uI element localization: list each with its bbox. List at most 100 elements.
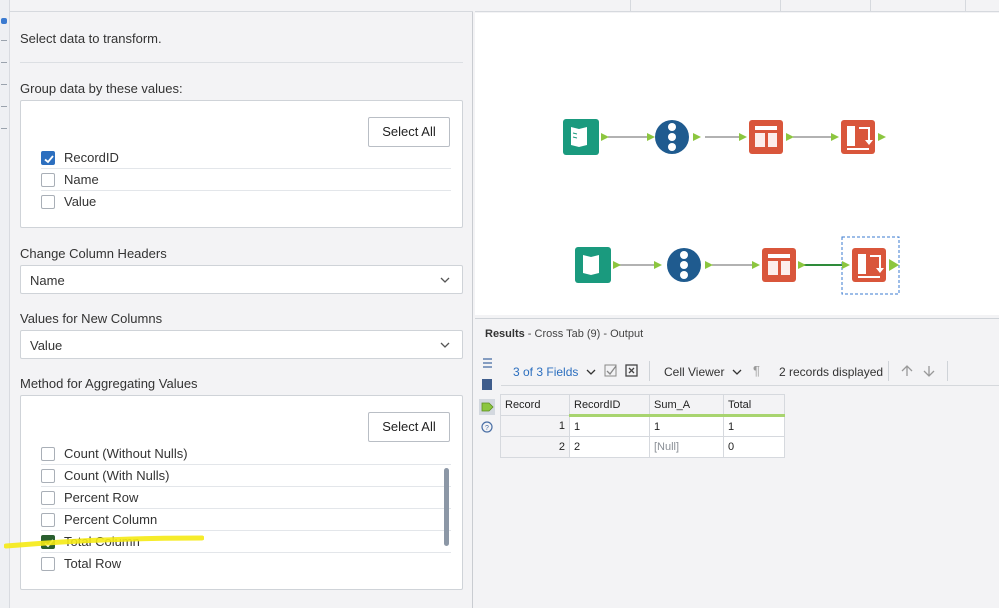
- option-label: Count (With Nulls): [64, 468, 170, 483]
- toolbar-divider: [947, 361, 948, 381]
- transpose-icon-selected[interactable]: [841, 236, 900, 295]
- group-by-option-name[interactable]: Name: [31, 169, 451, 191]
- intro-text: Select data to transform.: [20, 31, 162, 46]
- table-row[interactable]: 2 2 [Null] 0: [500, 436, 785, 458]
- checkbox[interactable]: [41, 557, 55, 571]
- option-label: Value: [64, 194, 97, 209]
- chevron-down-icon: [586, 369, 596, 375]
- option-label: Percent Column: [64, 512, 158, 527]
- list-icon[interactable]: [483, 358, 492, 368]
- checkbox[interactable]: [41, 173, 55, 187]
- cross-tab-icon[interactable]: [739, 120, 794, 154]
- strip-marker[interactable]: [1, 40, 7, 41]
- cell[interactable]: 2: [569, 436, 650, 458]
- canvas-header: [475, 0, 999, 12]
- group-by-option-value[interactable]: Value: [31, 191, 451, 213]
- toolbar-divider: [649, 361, 650, 381]
- record-id-icon[interactable]: [654, 248, 713, 282]
- help-icon[interactable]: ?: [481, 421, 493, 433]
- table-row[interactable]: 1 1 1 1: [500, 415, 785, 437]
- records-count: 2 records displayed: [779, 365, 884, 379]
- header-row: Record RecordID Sum_A Total: [500, 394, 785, 417]
- tag-icon[interactable]: [479, 399, 495, 415]
- method-box: Select All Count (Without Nulls) Count (…: [20, 395, 463, 590]
- config-header: [10, 0, 473, 12]
- workflow-diagram: [563, 119, 900, 295]
- book-input-icon[interactable]: [563, 119, 609, 155]
- checkbox-checked[interactable]: [41, 151, 55, 165]
- option-label: RecordID: [64, 150, 119, 165]
- arrow-down-icon[interactable]: [922, 364, 936, 378]
- results-label: Results: [485, 328, 525, 340]
- option-label: Name: [64, 172, 99, 187]
- column-header-recordid[interactable]: RecordID: [569, 394, 650, 417]
- pilcrow-icon[interactable]: ¶: [753, 363, 760, 378]
- arrow-up-icon[interactable]: [900, 364, 914, 378]
- workflow-canvas[interactable]: [475, 13, 999, 315]
- method-select-all-button[interactable]: Select All: [368, 412, 450, 442]
- checkbox[interactable]: [41, 447, 55, 461]
- method-label: Method for Aggregating Values: [20, 376, 198, 391]
- cell-viewer-dropdown[interactable]: Cell Viewer: [664, 365, 742, 379]
- checkbox[interactable]: [41, 469, 55, 483]
- cell[interactable]: 0: [723, 436, 785, 458]
- chevron-down-icon: [440, 277, 450, 283]
- fields-label: 3 of 3 Fields: [513, 365, 579, 379]
- clear-box-icon[interactable]: [625, 364, 639, 378]
- column-header-total[interactable]: Total: [723, 394, 785, 417]
- strip-marker[interactable]: [1, 62, 7, 63]
- checkbox[interactable]: [41, 513, 55, 527]
- method-option-count-without-nulls[interactable]: Count (Without Nulls): [31, 443, 451, 465]
- highlighter-annotation: [4, 535, 204, 549]
- new-columns-label: Values for New Columns: [20, 311, 163, 326]
- method-option-count-with-nulls[interactable]: Count (With Nulls): [31, 465, 451, 487]
- group-by-option-recordid[interactable]: RecordID: [31, 147, 451, 169]
- dropdown-value: Value: [30, 338, 63, 353]
- new-columns-dropdown[interactable]: Value: [20, 330, 463, 359]
- column-headers-label: Change Column Headers: [20, 246, 167, 261]
- table-icon[interactable]: [482, 379, 492, 390]
- chevron-down-icon: [440, 342, 450, 348]
- option-label: Total Row: [64, 556, 122, 571]
- toolbar-divider: [888, 361, 889, 381]
- column-header-record[interactable]: Record: [500, 394, 570, 416]
- cell[interactable]: 1: [569, 415, 650, 437]
- method-option-percent-row[interactable]: Percent Row: [31, 487, 451, 509]
- strip-marker[interactable]: [1, 84, 7, 85]
- option-label: Percent Row: [64, 490, 139, 505]
- fields-dropdown[interactable]: 3 of 3 Fields: [513, 365, 596, 379]
- transpose-icon[interactable]: [831, 120, 886, 154]
- results-grid[interactable]: Record RecordID Sum_A Total 1 1 1 1 2 2 …: [500, 394, 785, 458]
- svg-text:?: ?: [485, 425, 489, 432]
- divider: [20, 62, 463, 63]
- strip-marker[interactable]: [1, 106, 7, 107]
- cell[interactable]: 1: [649, 415, 724, 437]
- method-list-scrollbar[interactable]: [444, 468, 449, 546]
- results-panel: Results - Cross Tab (9) - Output ? 3 of …: [475, 318, 999, 608]
- option-label: Count (Without Nulls): [64, 446, 188, 461]
- record-id-icon[interactable]: [647, 120, 701, 154]
- record-number: 2: [500, 436, 570, 458]
- configuration-panel: Select data to transform. Group data by …: [10, 0, 473, 608]
- results-title: Results - Cross Tab (9) - Output: [485, 328, 643, 340]
- tool-palette-strip: [0, 0, 10, 608]
- strip-marker-active[interactable]: [1, 18, 7, 24]
- method-option-total-row[interactable]: Total Row: [31, 553, 451, 575]
- column-headers-dropdown[interactable]: Name: [20, 265, 463, 294]
- results-toolbar: 3 of 3 Fields Cell Viewer ¶ 2 records di…: [501, 356, 999, 386]
- check-box-icon[interactable]: [604, 364, 618, 378]
- group-by-select-all-button[interactable]: Select All: [368, 117, 450, 147]
- method-option-percent-column[interactable]: Percent Column: [31, 509, 451, 531]
- column-header-sum-a[interactable]: Sum_A: [649, 394, 724, 417]
- chevron-down-icon: [732, 369, 742, 375]
- book-input-icon[interactable]: [575, 247, 621, 283]
- strip-marker[interactable]: [1, 128, 7, 129]
- checkbox[interactable]: [41, 491, 55, 505]
- cell-null[interactable]: [Null]: [649, 436, 724, 458]
- cross-tab-icon[interactable]: [752, 248, 806, 282]
- group-by-label: Group data by these values:: [20, 81, 183, 96]
- checkbox[interactable]: [41, 195, 55, 209]
- group-by-box: Select All RecordID Name Value: [20, 100, 463, 228]
- cell-viewer-label: Cell Viewer: [664, 365, 725, 379]
- cell[interactable]: 1: [723, 415, 785, 437]
